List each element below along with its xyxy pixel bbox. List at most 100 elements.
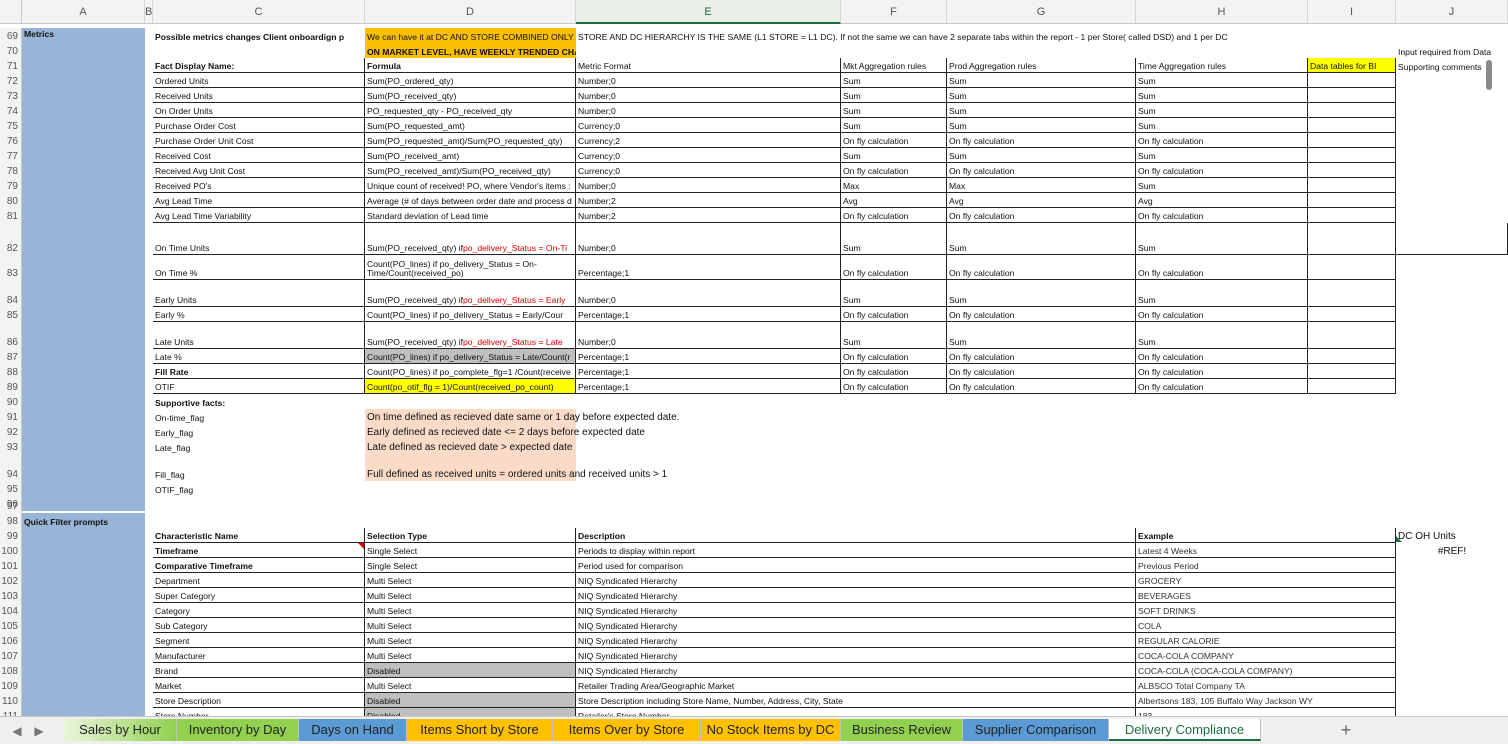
row-number[interactable]: 95 [0,481,22,496]
section-cell[interactable] [22,133,145,148]
metric-format[interactable]: Number;0 [576,223,841,255]
metric-comment[interactable] [1396,223,1508,255]
metric-prod-rule[interactable]: On fly calculation [947,163,1136,178]
row-number[interactable]: 86 [0,322,22,349]
section-cell[interactable] [22,349,145,364]
metric-format[interactable]: Percentage;1 [576,255,841,280]
sheet-tab-items-short-by-store[interactable]: Items Short by Store [407,719,553,741]
column-header-e[interactable]: E [576,0,841,24]
metric-formula[interactable]: Count(PO_lines) if po_delivery_Status = … [365,307,576,322]
section-cell[interactable] [22,409,145,424]
row-number[interactable]: 111 [0,708,22,716]
metric-data-table[interactable] [1308,103,1396,118]
filter-name[interactable]: Brand [153,663,365,678]
filter-description[interactable]: NIQ Syndicated Hierarchy [576,588,1136,603]
metrics-header-c[interactable]: Fact Display Name: [153,58,365,73]
section-cell[interactable] [22,379,145,394]
metric-data-table[interactable] [1308,148,1396,163]
metric-time-rule[interactable]: Sum [1136,148,1308,163]
row-number[interactable]: 80 [0,193,22,208]
row-number[interactable]: 101 [0,558,22,573]
filter-name[interactable]: Comparative Timeframe [153,558,365,573]
metric-name[interactable]: Early Units [153,280,365,307]
metric-formula[interactable]: Sum(PO_requested_amt) [365,118,576,133]
metric-data-table[interactable] [1308,223,1396,255]
filter-example[interactable]: BEVERAGES [1136,588,1396,603]
column-header-j[interactable]: J [1396,0,1508,24]
metric-formula[interactable]: Unique count of received! PO, where Vend… [365,178,576,193]
metric-time-rule[interactable]: Avg [1136,193,1308,208]
section-cell[interactable] [22,163,145,178]
supportive-flag[interactable]: Fill_flag [153,454,365,481]
row-number[interactable]: 78 [0,163,22,178]
metric-time-rule[interactable]: On fly calculation [1136,307,1308,322]
metric-format[interactable]: Number;0 [576,178,841,193]
section-cell[interactable] [22,496,145,511]
filter-name[interactable]: Sub Category [153,618,365,633]
filter-name[interactable]: Category [153,603,365,618]
supportive-flag[interactable]: Late_flag [153,439,365,454]
section-cell[interactable] [22,618,145,633]
filter-header-e[interactable]: Description [576,528,1136,543]
section-cell[interactable] [22,573,145,588]
metric-format[interactable]: Currency;2 [576,133,841,148]
metric-formula[interactable]: Sum(PO_received_amt)/Sum(PO_received_qty… [365,163,576,178]
metric-prod-rule[interactable]: On fly calculation [947,255,1136,280]
metric-name[interactable]: Avg Lead Time Variability [153,208,365,223]
filter-example[interactable]: COCA-COLA (COCA-COLA COMPANY) [1136,663,1396,678]
row-number[interactable]: 87 [0,349,22,364]
metric-mkt-rule[interactable]: Sum [841,223,947,255]
metric-format[interactable]: Currency;0 [576,148,841,163]
section-cell[interactable] [22,454,145,481]
metric-prod-rule[interactable]: Sum [947,118,1136,133]
sheet-tab-business-review[interactable]: Business Review [841,719,963,741]
metric-formula[interactable]: Count(PO_lines) if po_delivery_Status = … [365,255,576,280]
row-number[interactable]: 94 [0,454,22,481]
filter-name[interactable]: Timeframe [153,543,365,558]
section-cell[interactable] [22,193,145,208]
metric-data-table[interactable] [1308,208,1396,223]
metric-mkt-rule[interactable]: On fly calculation [841,133,947,148]
metric-formula[interactable]: Sum(PO_requested_amt)/Sum(PO_requested_q… [365,133,576,148]
row-number[interactable]: 93 [0,439,22,454]
filter-name[interactable]: Market [153,678,365,693]
metric-prod-rule[interactable]: Sum [947,103,1136,118]
metrics-header-d[interactable]: Formula [365,58,576,73]
sheet-tab-days-on-hand[interactable]: Days on Hand [299,719,407,741]
metric-format[interactable]: Currency;0 [576,163,841,178]
tab-scroll-left-icon[interactable]: ◀ [10,723,24,739]
row-number[interactable]: 72 [0,73,22,88]
filter-selection-type[interactable]: Multi Select [365,618,576,633]
row-number[interactable]: 92 [0,424,22,439]
section-cell[interactable] [22,364,145,379]
row-number[interactable]: 104 [0,603,22,618]
metric-mkt-rule[interactable]: On fly calculation [841,255,947,280]
metric-mkt-rule[interactable]: Sum [841,103,947,118]
filter-selection-type[interactable]: Multi Select [365,588,576,603]
metric-time-rule[interactable]: Sum [1136,322,1308,349]
filter-description[interactable]: NIQ Syndicated Hierarchy [576,633,1136,648]
column-header-c[interactable]: C [153,0,365,24]
metric-formula[interactable]: Sum(PO_received_qty) if po_delivery_Stat… [365,322,576,349]
supportive-desc[interactable]: Early defined as recieved date <= 2 days… [365,424,865,439]
metric-time-rule[interactable]: On fly calculation [1136,208,1308,223]
filter-example[interactable]: Previous Period [1136,558,1396,573]
section-label-metrics[interactable]: Metrics [22,28,145,43]
filter-description[interactable]: Store Description including Store Name, … [576,693,1136,708]
filter-example[interactable]: REGULAR CALORIE [1136,633,1396,648]
dc-oh-units[interactable]: DC OH Units [1396,528,1508,543]
supportive-flag[interactable]: OTIF_flag [153,481,365,496]
metric-prod-rule[interactable]: Sum [947,88,1136,103]
metric-name[interactable]: Purchase Order Unit Cost [153,133,365,148]
metrics-header-i[interactable]: Data tables for BI [1308,58,1396,73]
row-number[interactable]: 79 [0,178,22,193]
filter-selection-type[interactable]: Disabled [365,708,576,716]
row-number[interactable]: 85 [0,307,22,322]
section-cell[interactable] [22,528,145,543]
metric-data-table[interactable] [1308,178,1396,193]
metric-data-table[interactable] [1308,88,1396,103]
filter-name[interactable]: Department [153,573,365,588]
metric-data-table[interactable] [1308,118,1396,133]
metric-name[interactable]: Late Units [153,322,365,349]
metric-prod-rule[interactable]: Sum [947,148,1136,163]
